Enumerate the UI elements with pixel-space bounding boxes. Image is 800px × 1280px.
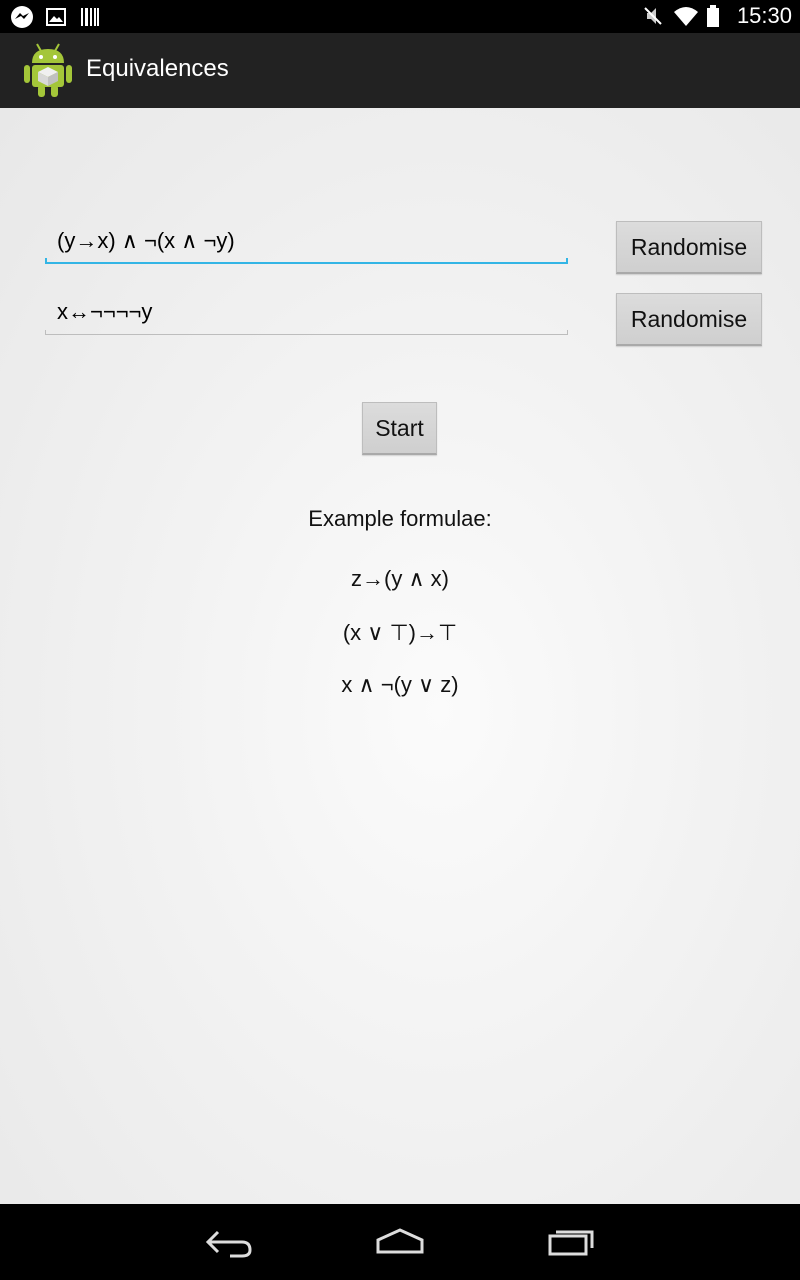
example-formula: z→(y ∧ x) — [351, 566, 449, 591]
action-bar: Equivalences — [0, 33, 800, 110]
example-formula: x ∧ ¬(y ∨ z) — [341, 672, 459, 697]
randomise-formula2-button[interactable]: Randomise — [616, 293, 762, 346]
navigation-bar — [0, 1204, 800, 1280]
clock: 15:30 — [736, 3, 792, 28]
examples-heading: Example formulae: — [308, 506, 492, 531]
barcode-icon — [78, 5, 102, 29]
formula1-underline — [45, 258, 568, 264]
image-icon — [44, 5, 68, 29]
app-title: Equivalences — [86, 55, 229, 82]
formula2-input[interactable]: x↔¬¬¬¬y — [45, 295, 568, 335]
home-icon[interactable] — [370, 1222, 430, 1262]
formula1-text: (y→x) ∧ ¬(x ∧ ¬y) — [57, 228, 235, 253]
start-button[interactable]: Start — [362, 402, 437, 455]
formula2-text: x↔¬¬¬¬y — [57, 299, 153, 324]
recents-icon[interactable] — [542, 1222, 602, 1262]
mute-icon — [641, 4, 665, 28]
messenger-icon — [10, 5, 34, 29]
android-app-icon[interactable] — [22, 41, 74, 99]
back-icon[interactable] — [200, 1222, 260, 1262]
formula1-input[interactable]: (y→x) ∧ ¬(x ∧ ¬y) — [45, 224, 568, 264]
randomise-formula1-button[interactable]: Randomise — [616, 221, 762, 274]
example-formula: (x ∨ ⊤)→⊤ — [342, 620, 458, 645]
battery-icon — [705, 4, 729, 28]
status-bar: 15:30 — [0, 0, 800, 33]
wifi-icon — [673, 4, 698, 28]
formula2-underline — [45, 330, 568, 335]
main-content: (y→x) ∧ ¬(x ∧ ¬y) Randomise x↔¬¬¬¬y Rand… — [0, 108, 800, 1204]
